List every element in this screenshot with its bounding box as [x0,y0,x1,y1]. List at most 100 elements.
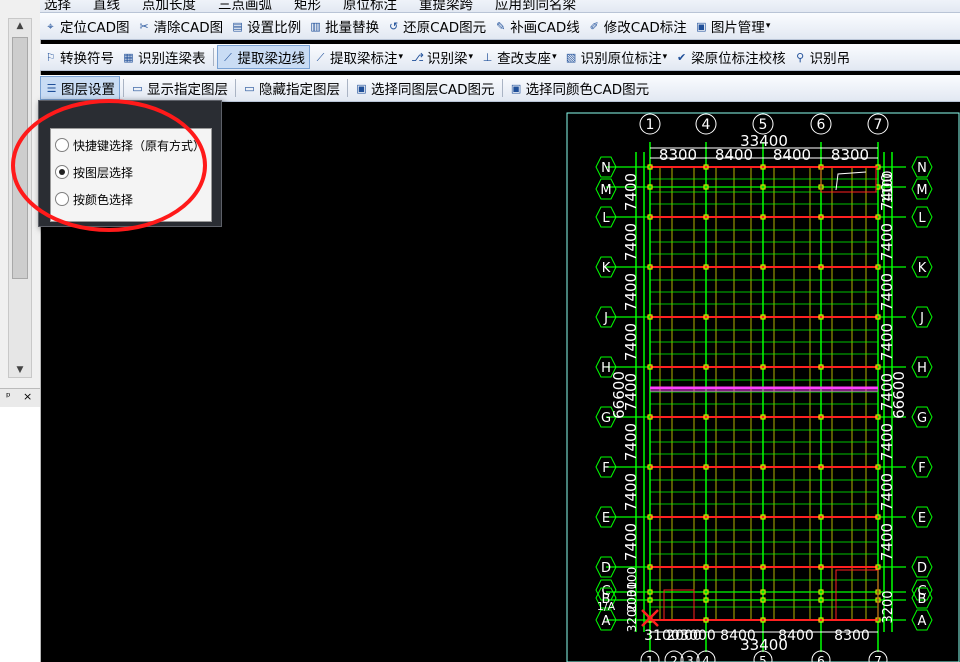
axis-label-bottom: 3 [686,654,694,662]
layer-settings-icon: ☰ [46,81,57,95]
replace-button[interactable]: ▥ 批量替换 [305,14,383,38]
locate-button[interactable]: ⌖ 定位CAD图 [40,14,134,38]
chevron-down-icon[interactable]: ▾ [469,52,474,62]
cad-drawing[interactable]: 1 4 5 6 71 2 3 4 5 6 7N NM ML LK KJ JH HG GF FE ED DC CB BA A33… [566,112,960,662]
edit-annotation-button[interactable]: ✐ 修改CAD标注 [584,14,691,38]
scale-button[interactable]: ▤ 设置比例 [227,14,305,38]
left-side-panel: ▲ ▼ ᵖ × [0,0,41,662]
support-icon: ⊥ [482,50,493,64]
axis-label-1a: 1/A [597,600,616,613]
scroll-down-arrow-icon[interactable]: ▼ [9,363,31,377]
toolbar-top-button-0[interactable]: 选择 [40,0,75,12]
cad-select-color-button[interactable]: ▣ 选择同颜色CAD图元 [506,76,654,100]
table-button[interactable]: ▦ 识别连梁表 [118,45,210,69]
cad-hide-label: 隐藏指定图层 [259,82,340,98]
toolbar-top-button-1[interactable]: 直线 [89,0,124,12]
convert-symbol-button[interactable]: ⚐ 转换符号 [40,45,118,69]
toolbar-separator [212,48,214,66]
cad-select-layer-icon: ▣ [356,81,367,95]
extract-edge-icon: ⟋ [224,50,232,64]
toolbar-top-button-2[interactable]: 点加长度 [138,0,200,12]
restore-button[interactable]: ↺ 还原CAD图元 [383,14,490,38]
draw-line-label: 补画CAD线 [510,20,580,36]
draw-line-button[interactable]: ✎ 补画CAD线 [490,14,584,38]
dim-row-spacing-left: 7400 [622,523,640,561]
cad-show-label: 显示指定图层 [147,82,228,98]
clear-button[interactable]: ✂ 清除CAD图 [134,14,228,38]
dim-row-spacing-right: 7400 [878,273,896,311]
close-icon[interactable]: × [23,390,32,403]
image-icon: ▣ [696,19,707,33]
replace-icon: ▥ [310,19,321,33]
restore-icon: ↺ [389,19,399,33]
hanger-icon: ⚲ [796,50,805,64]
cad-hide-button[interactable]: ▭ 隐藏指定图层 [239,76,344,100]
chevron-down-icon[interactable]: ▾ [399,52,404,62]
hanger-button[interactable]: ⚲ 识别吊 [790,45,855,69]
toolbar-top-button-7[interactable]: 应用到同名梁 [491,0,580,12]
row-label: J [603,311,608,326]
inplace-label-button[interactable]: ▧ 识别原位标注 ▾ [561,45,672,69]
dim-row-spacing-left: 7400 [622,273,640,311]
extract-label-button[interactable]: ⟋ 提取梁标注 ▾ [310,45,407,69]
cad-select-color-label: 选择同颜色CAD图元 [525,82,650,98]
clear-icon: ✂ [139,19,149,33]
toolbar-top-button-3[interactable]: 三点画弧 [214,0,276,12]
convert-symbol-label: 转换符号 [60,51,114,67]
dim-small-right: 1100 [881,170,896,203]
row-label: H [917,361,927,376]
row-label: F [602,461,609,476]
dim-row-spacing-left: 7400 [622,223,640,261]
axis-label-bottom: 5 [759,654,767,662]
row-label: M [916,183,927,198]
row-label: A [602,614,611,629]
dim-bay-width: 8300 [831,146,869,164]
scroll-up-arrow-icon[interactable]: ▲ [9,19,31,33]
cad-show-button[interactable]: ▭ 显示指定图层 [127,76,232,100]
replace-label: 批量替换 [325,20,380,36]
pin-icon[interactable]: ᵖ [6,390,11,403]
check-label: 梁原位标注校核 [691,51,786,67]
row-label: K [918,261,927,276]
scale-icon: ▤ [232,19,243,33]
image-label: 图片管理 [710,20,765,36]
extract-edge-button[interactable]: ⟋ 提取梁边线 [216,45,310,69]
layer-settings-button[interactable]: ☰ 图层设置 [40,76,120,100]
table-label: 识别连梁表 [138,51,206,67]
chevron-down-icon[interactable]: ▾ [552,52,557,62]
cad-select-layer-button[interactable]: ▣ 选择同图层CAD图元 [351,76,499,100]
toolbar-top-button-5[interactable]: 原位标注 [339,0,401,12]
chevron-down-icon[interactable]: ▾ [766,21,771,31]
dim-total-width-bottom: 33400 [740,636,788,654]
dim-small-left: 3200 [625,602,639,633]
hanger-label: 识别吊 [809,51,851,67]
dim-row-spacing-right: 7400 [878,523,896,561]
row-label: J [919,311,924,326]
toolbar-row-2: ⚐ 转换符号 ▦ 识别连梁表 ⟋ 提取梁边线 ⟋ 提取梁标注 ▾ ⎇ 识别梁 ▾ ⊥ 查改支座 ▾ ▧ 识别原位… [40,44,960,71]
axis-label-4: 4 [702,117,711,133]
cad-hide-icon: ▭ [244,81,255,95]
table-icon: ▦ [123,50,134,64]
locate-icon: ⌖ [47,19,54,33]
row-label: F [918,461,925,476]
support-button[interactable]: ⊥ 查改支座 ▾ [477,45,561,69]
row-label: M [600,183,611,198]
axis-label-bottom: 7 [874,654,882,662]
row-label: D [601,561,611,576]
row-label: E [918,511,926,526]
check-button[interactable]: ✔ 梁原位标注校核 [671,45,790,69]
identify-beam-icon: ⎇ [411,50,424,64]
cad-select-color-icon: ▣ [510,81,522,95]
axis-label-bottom: 6 [817,654,825,662]
stair-area-top [820,166,877,193]
dim-row-spacing-right: 7400 [878,423,896,461]
chevron-down-icon[interactable]: ▾ [663,52,668,62]
identify-beam-button[interactable]: ⎇ 识别梁 ▾ [407,45,477,69]
edit-annotation-label: 修改CAD标注 [603,20,687,36]
axis-label-6: 6 [817,117,826,133]
dim-total-height-right: 66600 [890,371,908,419]
image-button[interactable]: ▣ 图片管理 ▾ [691,14,775,38]
toolbar-top-button-4[interactable]: 矩形 [290,0,325,12]
extract-label-label: 提取梁标注 [330,51,398,67]
toolbar-top-button-6[interactable]: 重提梁跨 [415,0,477,12]
